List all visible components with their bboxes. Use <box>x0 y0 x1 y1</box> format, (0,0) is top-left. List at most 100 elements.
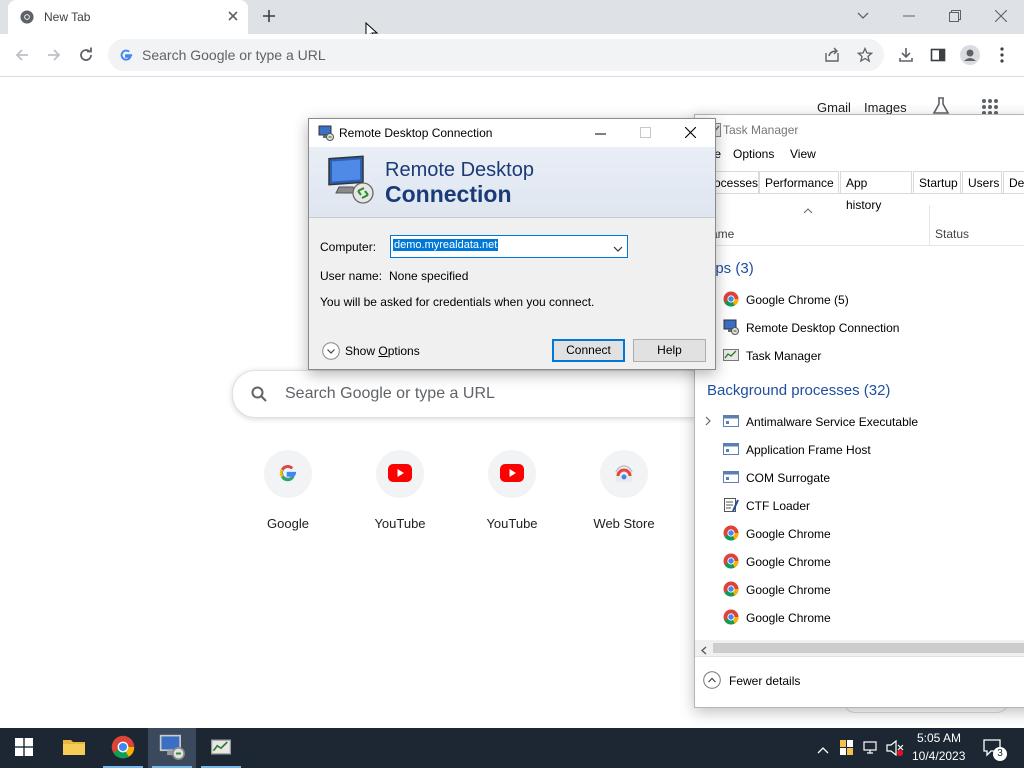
show-hidden-icons-chevron-icon[interactable] <box>817 743 829 757</box>
shortcut-web-store[interactable]: Web Store <box>568 448 680 538</box>
header-rule <box>695 245 1024 246</box>
tab-startup[interactable]: Startup <box>913 171 961 193</box>
service-icon <box>723 469 739 485</box>
show-options-chevron-icon[interactable] <box>322 342 340 363</box>
tray-volume-muted-icon[interactable] <box>886 739 904 759</box>
process-name: Remote Desktop Connection <box>746 321 900 335</box>
footer-rule <box>695 656 1024 657</box>
share-icon[interactable] <box>824 47 840 66</box>
tab-performance[interactable]: Performance <box>759 171 839 193</box>
images-link[interactable]: Images <box>864 100 907 115</box>
minimize-icon[interactable] <box>899 6 919 26</box>
tab-details[interactable]: Det <box>1003 171 1024 193</box>
rdc-banner: Remote Desktop Connection <box>309 147 715 218</box>
new-tab-plus-icon[interactable] <box>261 8 277 27</box>
forward-arrow-icon[interactable] <box>44 45 64 65</box>
horizontal-scrollbar[interactable] <box>695 640 1024 656</box>
username-label: User name: <box>320 269 383 283</box>
column-header-status[interactable]: Status <box>935 227 969 241</box>
rdc-maximize-icon <box>640 127 651 141</box>
tray-security-icon[interactable] <box>840 740 854 759</box>
side-panel-icon[interactable] <box>928 45 948 65</box>
rdc-banner-line1: Remote Desktop <box>385 159 534 181</box>
shortcut-youtube-2[interactable]: YouTube <box>456 448 568 538</box>
windows-logo-icon <box>15 737 33 759</box>
gmail-link[interactable]: Gmail <box>817 100 851 115</box>
rdc-dialog: Remote Desktop Connection Remote Desktop… <box>308 118 716 370</box>
dropdown-chevron-icon[interactable] <box>613 242 623 256</box>
taskbar: 5:05 AM 10/4/2023 3 <box>0 728 1024 768</box>
connect-button[interactable]: Connect <box>552 339 625 362</box>
taskbar-rdc[interactable] <box>148 728 196 768</box>
rdc-minimize-icon[interactable] <box>595 128 606 142</box>
shortcut-google[interactable]: Google <box>232 448 344 538</box>
rdc-monitor-icon <box>325 155 375 208</box>
close-tab-icon[interactable] <box>226 9 240 26</box>
shortcut-label: YouTube <box>486 516 538 531</box>
rdc-close-icon[interactable] <box>684 126 697 141</box>
fewer-details-chevron-icon[interactable] <box>703 671 721 692</box>
process-name: CTF Loader <box>746 499 811 513</box>
task-manager-icon <box>723 347 739 363</box>
process-name: Google Chrome <box>746 527 831 541</box>
help-button[interactable]: Help <box>633 339 706 362</box>
service-icon <box>723 441 739 457</box>
omnibox[interactable]: Search Google or type a URL <box>108 39 884 71</box>
column-divider <box>929 205 930 245</box>
tab-search-chevron-icon[interactable] <box>853 6 873 26</box>
tm-tab-bar: rocesses Performance App history Startup… <box>695 171 1024 212</box>
youtube-icon <box>388 463 412 485</box>
process-name: Google Chrome (5) <box>746 293 849 307</box>
tab-app-history[interactable]: App history <box>840 171 912 212</box>
expand-chevron-icon[interactable] <box>705 415 711 429</box>
taskbar-chrome[interactable] <box>99 728 147 768</box>
menu-view[interactable]: View <box>790 147 816 161</box>
service-icon <box>723 413 739 429</box>
shortcut-label: Google <box>267 516 309 531</box>
close-window-icon[interactable] <box>991 6 1011 26</box>
rdc-title-icon <box>318 125 334 144</box>
scroll-thumb[interactable] <box>713 643 1024 653</box>
clock-time[interactable]: 5:05 AM <box>917 731 961 745</box>
tab-new-tab[interactable]: New Tab <box>8 0 248 34</box>
chrome-menu-icon[interactable] <box>992 45 1012 65</box>
computer-combobox[interactable]: demo.myrealdata.net <box>390 235 628 258</box>
chrome-icon <box>111 735 135 762</box>
process-name: Google Chrome <box>746 555 831 569</box>
ntp-search-box[interactable]: Search Google or type a URL <box>232 370 754 418</box>
computer-label: Computer: <box>320 240 377 254</box>
process-name: Google Chrome <box>746 583 831 597</box>
task-manager-title: Task Manager <box>723 123 799 137</box>
help-button-label: Help <box>657 343 682 357</box>
restore-icon[interactable] <box>945 6 965 26</box>
tm-tab-underline <box>695 193 1024 194</box>
shortcut-label: Web Store <box>593 516 655 531</box>
chrome-tab-icon <box>20 10 34 27</box>
google-icon <box>278 463 298 486</box>
sort-up-chevron-icon <box>803 203 813 217</box>
notification-count-badge: 3 <box>993 747 1007 761</box>
taskbar-file-explorer[interactable] <box>50 728 98 768</box>
tray-network-icon[interactable] <box>863 740 879 759</box>
chrome-icon <box>723 609 739 625</box>
reload-icon[interactable] <box>76 45 96 65</box>
bookmark-star-icon[interactable] <box>856 46 874 66</box>
task-manager-icon <box>209 737 233 760</box>
download-icon[interactable] <box>896 45 916 65</box>
clock-date[interactable]: 10/4/2023 <box>912 749 965 763</box>
youtube-icon <box>500 463 524 485</box>
menu-options[interactable]: Options <box>733 147 774 161</box>
taskbar-task-manager[interactable] <box>197 728 245 768</box>
profile-avatar-icon[interactable] <box>960 45 980 65</box>
connect-button-label: Connect <box>566 343 611 357</box>
process-name: Task Manager <box>746 349 822 363</box>
rdc-title-text: Remote Desktop Connection <box>339 126 493 140</box>
tab-users[interactable]: Users <box>962 171 1002 193</box>
credentials-info-text: You will be asked for credentials when y… <box>320 295 595 309</box>
back-arrow-icon[interactable] <box>12 45 32 65</box>
computer-value[interactable]: demo.myrealdata.net <box>393 239 499 251</box>
shortcut-youtube-1[interactable]: YouTube <box>344 448 456 538</box>
fewer-details-link[interactable]: Fewer details <box>729 674 800 688</box>
start-button[interactable] <box>0 728 48 768</box>
show-options-link[interactable]: Show Options <box>345 344 420 358</box>
